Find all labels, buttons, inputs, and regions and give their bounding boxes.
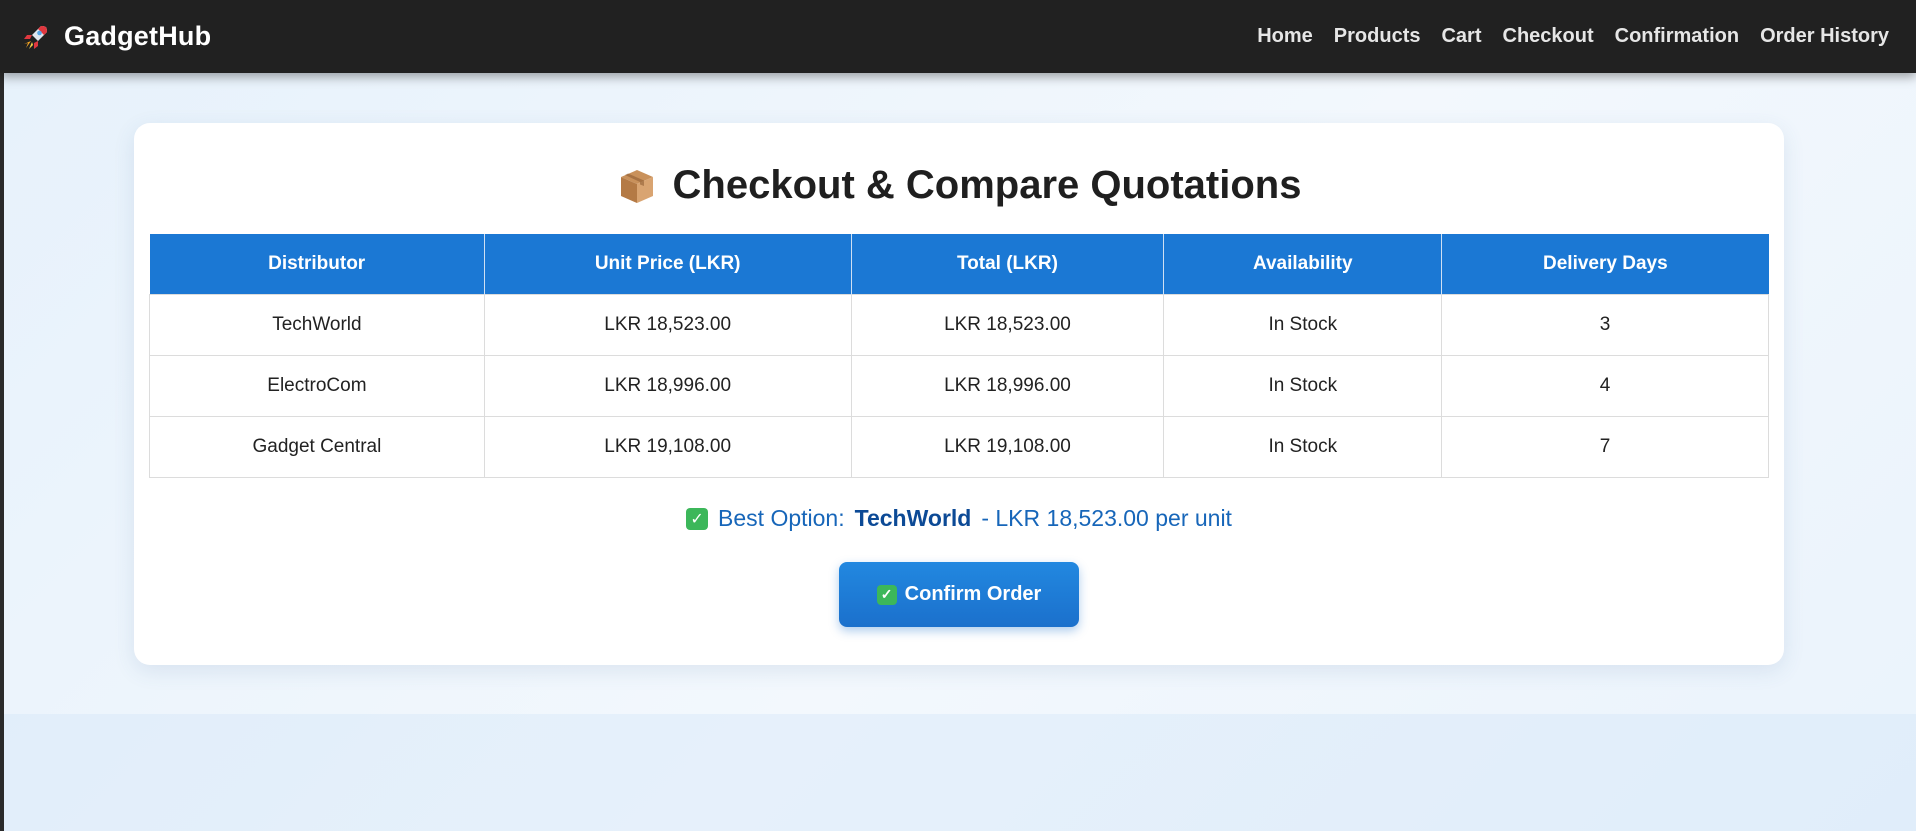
cell-distributor: Gadget Central [149, 415, 485, 478]
best-option-suffix: - LKR 18,523.00 per unit [981, 505, 1232, 531]
nav-link-checkout[interactable]: Checkout [1503, 25, 1594, 48]
cell-availability: In Stock [1163, 354, 1443, 417]
cell-availability: In Stock [1163, 415, 1443, 478]
column-header-availability: Availability [1163, 234, 1443, 294]
cell-unit-price: LKR 19,108.00 [483, 415, 852, 478]
confirm-order-label: Confirm Order [904, 583, 1042, 605]
best-option-prefix: Best Option: [718, 505, 845, 531]
cell-unit-price: LKR 18,523.00 [483, 293, 852, 356]
column-header-delivery-days: Delivery Days [1441, 234, 1769, 294]
nav-link-home[interactable]: Home [1257, 25, 1313, 48]
page-title-text: Checkout & Compare Quotations [672, 163, 1302, 207]
column-header-unit-price: Unit Price (LKR) [484, 234, 852, 294]
cell-distributor: TechWorld [149, 293, 485, 356]
table-row: ElectroCom LKR 18,996.00 LKR 18,996.00 I… [149, 354, 1769, 417]
check-mark-icon: ✓ [876, 584, 897, 605]
cell-availability: In Stock [1163, 293, 1443, 356]
column-header-total: Total (LKR) [851, 234, 1165, 294]
navbar: GadgetHub Home Products Cart Checkout Co… [0, 0, 1916, 73]
table-header-row: Distributor Unit Price (LKR) Total (LKR)… [149, 234, 1769, 294]
cell-total: LKR 19,108.00 [850, 415, 1165, 478]
confirm-order-button[interactable]: ✓ Confirm Order [839, 562, 1079, 627]
brand[interactable]: GadgetHub [20, 21, 211, 52]
rocket-icon [24, 25, 47, 49]
checkout-card: Checkout & Compare Quotations Distributo… [134, 123, 1784, 665]
cell-unit-price: LKR 18,996.00 [483, 354, 852, 417]
package-icon [620, 169, 653, 203]
check-mark-icon: ✓ [686, 507, 709, 530]
best-option-distributor: TechWorld [854, 505, 972, 531]
table-row: Gadget Central LKR 19,108.00 LKR 19,108.… [149, 415, 1769, 478]
nav-link-products[interactable]: Products [1334, 25, 1421, 48]
cell-delivery-days: 3 [1441, 293, 1769, 356]
cell-delivery-days: 4 [1441, 354, 1769, 417]
cell-total: LKR 18,523.00 [850, 293, 1165, 356]
cell-total: LKR 18,996.00 [850, 354, 1165, 417]
cell-delivery-days: 7 [1441, 415, 1769, 478]
quotation-table: Distributor Unit Price (LKR) Total (LKR)… [149, 234, 1769, 478]
column-header-distributor: Distributor [149, 234, 485, 294]
page-footer-band [4, 714, 1916, 831]
nav-link-confirmation[interactable]: Confirmation [1615, 25, 1739, 48]
nav-links: Home Products Cart Checkout Confirmation… [1257, 25, 1889, 48]
brand-name: GadgetHub [64, 21, 212, 51]
best-option-message: ✓ Best Option: TechWorld - LKR 18,523.00… [134, 505, 1784, 532]
nav-link-order-history[interactable]: Order History [1760, 25, 1889, 48]
page-title: Checkout & Compare Quotations [134, 163, 1784, 208]
nav-link-cart[interactable]: Cart [1441, 25, 1481, 48]
table-row: TechWorld LKR 18,523.00 LKR 18,523.00 In… [149, 293, 1769, 356]
cell-distributor: ElectroCom [149, 354, 485, 417]
